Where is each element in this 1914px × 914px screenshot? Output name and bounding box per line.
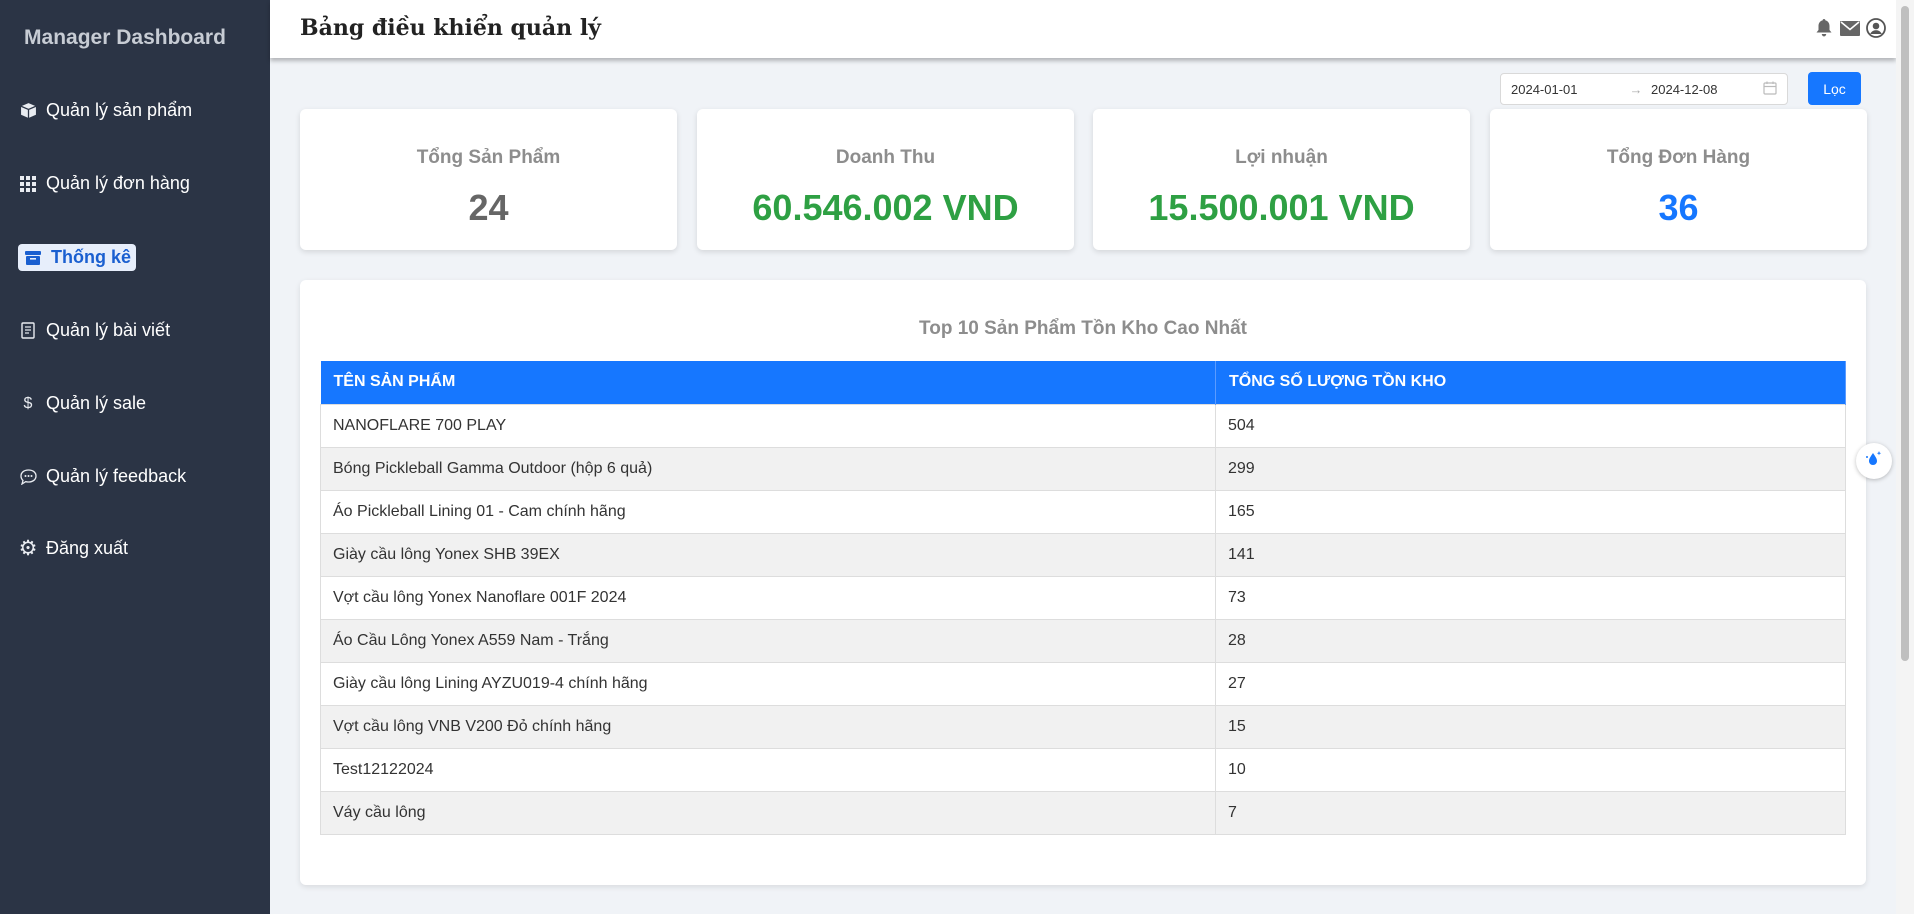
stat-value: 15.500.001 VND [1148, 187, 1415, 228]
product-name-cell: Giày cầu lông Yonex SHB 39EX [320, 532, 1216, 577]
table-header-row: TÊN SẢN PHẨM TỔNG SỐ LƯỢNG TỒN KHO [320, 361, 1846, 404]
page-title: Bảng điều khiển quản lý [300, 15, 601, 41]
inventory-table: TÊN SẢN PHẨM TỔNG SỐ LƯỢNG TỒN KHO NANOF… [320, 361, 1846, 835]
product-name-cell: Bóng Pickleball Gamma Outdoor (hộp 6 quả… [320, 446, 1216, 491]
header-actions [1814, 17, 1886, 39]
sidebar-item-label: Quản lý sản phẩm [46, 100, 193, 120]
date-range-picker[interactable]: 2024-01-01 → 2024-12-08 [1500, 73, 1788, 105]
table-row: NANOFLARE 700 PLAY 504 [320, 403, 1846, 448]
sidebar-item-label: Thống kê [51, 247, 131, 267]
stock-quantity-cell: 15 [1215, 704, 1846, 749]
stat-label: Tổng Sản Phẩm [416, 147, 561, 168]
table-row: Áo Cầu Lông Yonex A559 Nam - Trắng 28 [320, 618, 1846, 663]
user-icon[interactable] [1866, 17, 1886, 39]
stock-quantity-cell: 504 [1215, 403, 1846, 448]
stock-quantity-cell: 141 [1215, 532, 1846, 577]
product-name-cell: Test12122024 [320, 747, 1216, 792]
box-icon [18, 101, 38, 121]
top-header: Bảng điều khiển quản lý [270, 0, 1896, 58]
sidebar: Manager Dashboard Quản lý sản phẩm Quản … [0, 0, 270, 914]
stock-quantity-cell: 299 [1215, 446, 1846, 491]
gear-icon: ⚙ [18, 537, 38, 560]
document-icon [18, 321, 38, 341]
sidebar-item-feedback[interactable]: Quản lý feedback [18, 466, 186, 487]
sidebar-item-logout[interactable]: ⚙ Đăng xuất [18, 537, 129, 560]
table-row: Váy cầu lông 7 [320, 790, 1846, 835]
start-date-input[interactable]: 2024-01-01 [1511, 82, 1621, 97]
table-row: Giày cầu lông Lining AYZU019-4 chính hãn… [320, 661, 1846, 706]
sidebar-item-label: Quản lý sale [46, 393, 147, 413]
table-row: Áo Pickleball Lining 01 - Cam chính hãng… [320, 489, 1846, 534]
product-name-cell: Áo Cầu Lông Yonex A559 Nam - Trắng [320, 618, 1216, 663]
stat-value: 36 [1658, 187, 1699, 228]
stat-card-profit: Lợi nhuận 15.500.001 VND [1093, 109, 1470, 250]
stat-value: 24 [468, 187, 509, 228]
table-row: Giày cầu lông Yonex SHB 39EX 141 [320, 532, 1846, 577]
stock-quantity-cell: 28 [1215, 618, 1846, 663]
filter-button[interactable]: Lọc [1808, 72, 1861, 105]
end-date-input[interactable]: 2024-12-08 [1651, 82, 1751, 97]
table-row: Test12122024 10 [320, 747, 1846, 792]
sidebar-item-orders[interactable]: Quản lý đơn hàng [18, 173, 190, 194]
chat-icon [18, 467, 38, 487]
mail-icon[interactable] [1840, 17, 1860, 39]
product-name-cell: Vợt cầu lông Yonex Nanoflare 001F 2024 [320, 575, 1216, 620]
stat-label: Lợi nhuận [1235, 147, 1328, 168]
archive-icon [23, 248, 43, 268]
dollar-icon: $ [23, 394, 33, 412]
stock-quantity-cell: 7 [1215, 790, 1846, 835]
sidebar-item-products[interactable]: Quản lý sản phẩm [18, 100, 192, 121]
product-name-cell: Áo Pickleball Lining 01 - Cam chính hãng [320, 489, 1216, 534]
column-header-stock-quantity: TỔNG SỐ LƯỢNG TỒN KHO [1215, 361, 1846, 404]
table-title: Top 10 Sản Phẩm Tồn Kho Cao Nhất [919, 318, 1247, 339]
stat-card-total-orders: Tổng Đơn Hàng 36 [1490, 109, 1867, 250]
stat-card-total-products: Tổng Sản Phẩm 24 [300, 109, 677, 250]
product-name-cell: Váy cầu lông [320, 790, 1216, 835]
table-row: Bóng Pickleball Gamma Outdoor (hộp 6 quả… [320, 446, 1846, 491]
brand-title: Manager Dashboard [24, 26, 226, 49]
sidebar-item-label: Đăng xuất [46, 538, 129, 558]
stat-label: Doanh Thu [835, 147, 936, 168]
stock-quantity-cell: 73 [1215, 575, 1846, 620]
product-name-cell: Vợt cầu lông VNB V200 Đỏ chính hãng [320, 704, 1216, 749]
scrollbar-thumb[interactable] [1901, 6, 1909, 661]
sidebar-item-sale[interactable]: $ Quản lý sale [18, 393, 147, 414]
inventory-panel: Top 10 Sản Phẩm Tồn Kho Cao Nhất TÊN SẢN… [300, 280, 1866, 885]
stock-quantity-cell: 10 [1215, 747, 1846, 792]
grid-icon [18, 174, 38, 194]
stock-quantity-cell: 165 [1215, 489, 1846, 534]
sidebar-item-label: Quản lý feedback [46, 466, 187, 486]
page-scrollbar[interactable] [1896, 0, 1914, 914]
sidebar-item-label: Quản lý bài viết [46, 320, 171, 340]
calendar-icon[interactable] [1763, 81, 1777, 98]
floating-assistant-button[interactable] [1856, 443, 1892, 479]
table-row: Vợt cầu lông Yonex Nanoflare 001F 2024 73 [320, 575, 1846, 620]
stat-card-revenue: Doanh Thu 60.546.002 VND [697, 109, 1074, 250]
arrow-right-icon: → [1629, 81, 1643, 97]
sidebar-item-posts[interactable]: Quản lý bài viết [18, 320, 170, 341]
sidebar-item-label: Quản lý đơn hàng [46, 173, 190, 193]
column-header-product-name: TÊN SẢN PHẨM [320, 361, 1216, 404]
sidebar-item-statistics[interactable]: Thống kê [18, 244, 136, 271]
bell-icon[interactable] [1814, 17, 1834, 39]
stock-quantity-cell: 27 [1215, 661, 1846, 706]
stat-value: 60.546.002 VND [752, 187, 1019, 228]
product-name-cell: Giày cầu lông Lining AYZU019-4 chính hãn… [320, 661, 1216, 706]
product-name-cell: NANOFLARE 700 PLAY [320, 403, 1216, 448]
droplet-sparkle-icon [1864, 449, 1884, 474]
table-row: Vợt cầu lông VNB V200 Đỏ chính hãng 15 [320, 704, 1846, 749]
stat-label: Tổng Đơn Hàng [1606, 147, 1751, 168]
